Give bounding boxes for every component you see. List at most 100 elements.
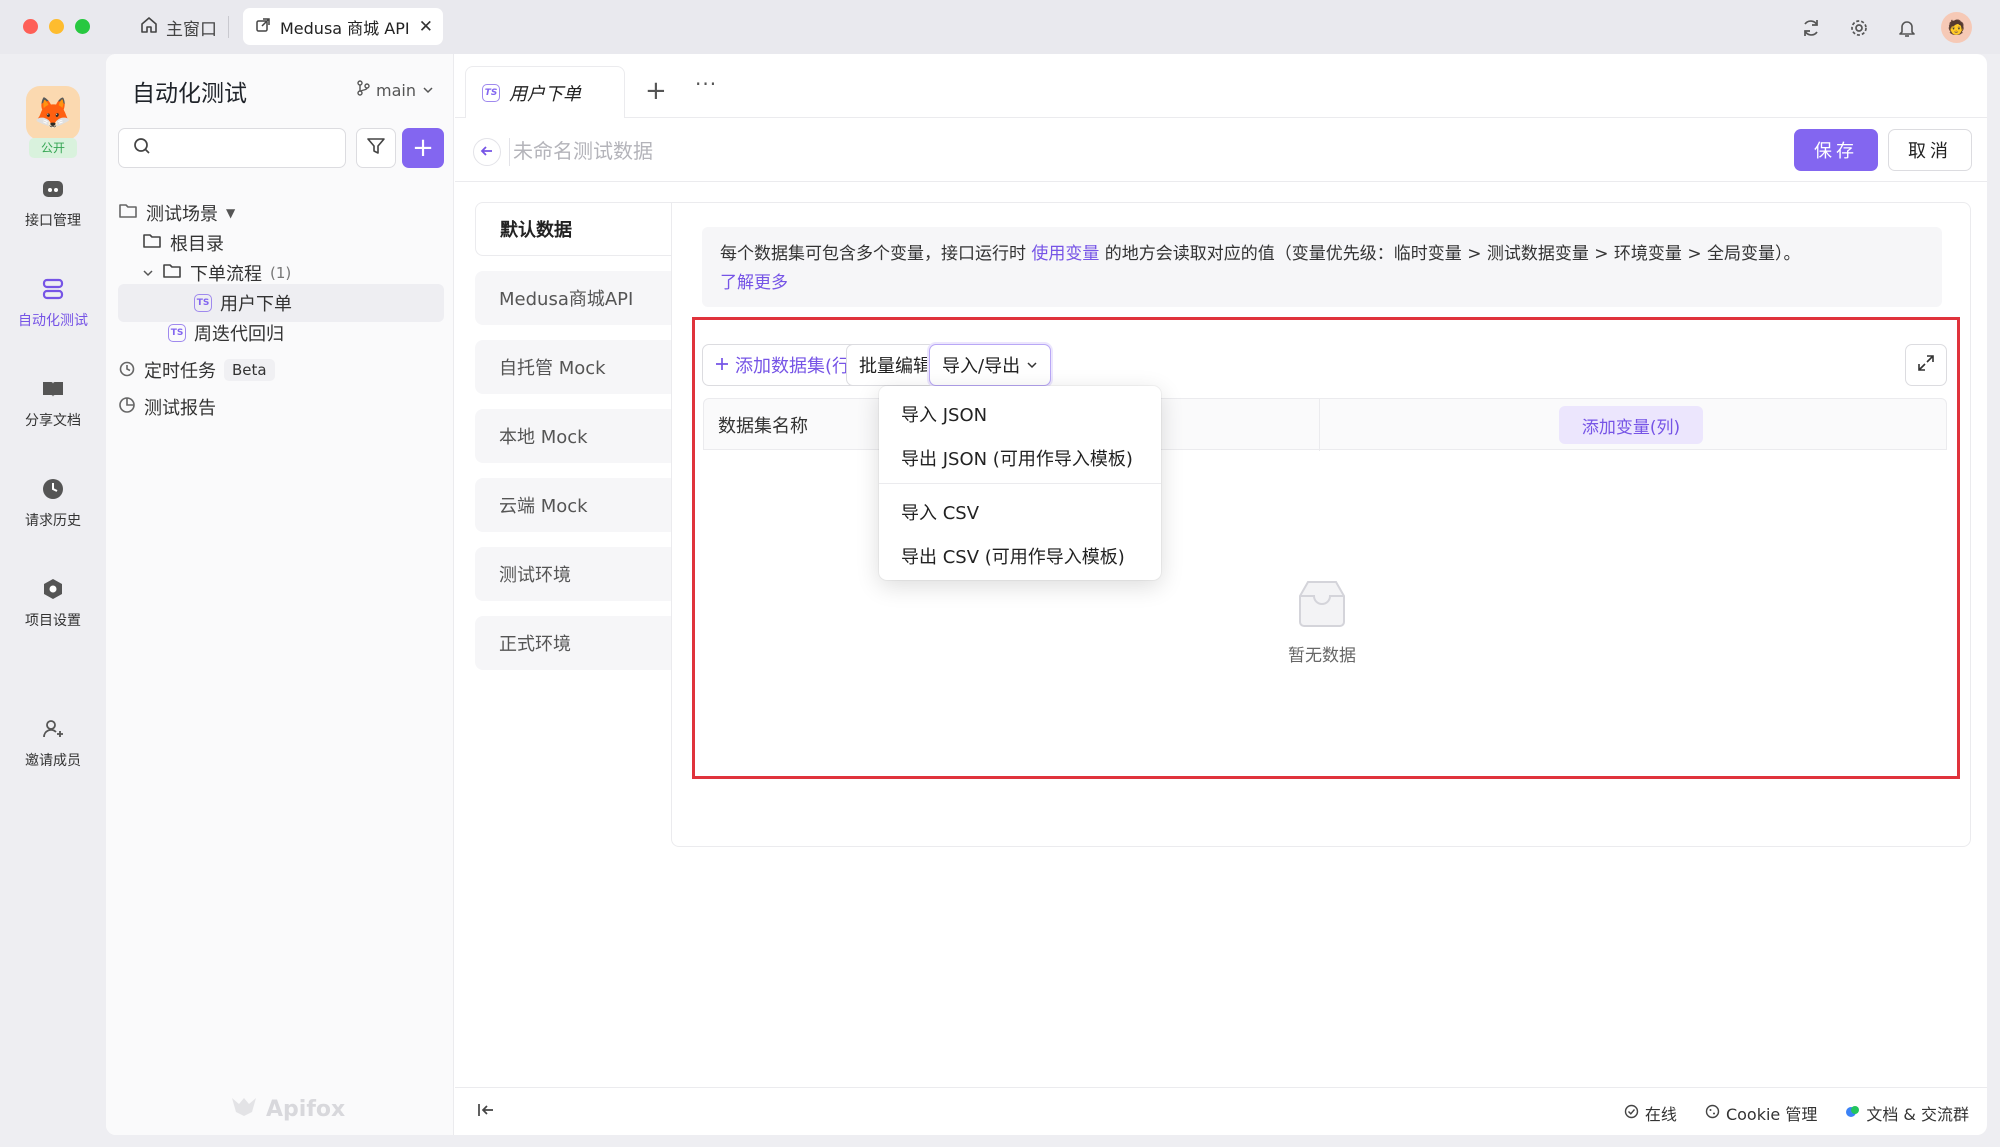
alarm-clock-icon <box>118 359 136 382</box>
plus-icon <box>715 355 729 376</box>
branch-icon <box>356 80 370 100</box>
add-user-icon <box>40 716 66 742</box>
cancel-button[interactable]: 取消 <box>1888 129 1972 171</box>
status-bar: 在线 Cookie 管理 文档 & 交流群 <box>455 1087 1987 1135</box>
expand-icon <box>1917 354 1935 377</box>
tab-home-label: 主窗口 <box>166 19 217 40</box>
title-bar: 主窗口 Medusa 商城 API ✕ 🧑 <box>0 0 2000 54</box>
back-button[interactable] <box>473 138 501 166</box>
beta-badge: Beta <box>224 359 275 381</box>
more-tabs-button[interactable]: ··· <box>695 72 717 96</box>
test-case-icon: TS <box>194 294 212 312</box>
filter-icon <box>366 136 386 161</box>
column-header-dataset-name: 数据集名称 <box>718 416 808 437</box>
project-logo[interactable]: 🦊 <box>26 86 80 140</box>
close-window-button[interactable] <box>23 19 38 34</box>
add-button[interactable]: + <box>402 128 444 168</box>
collapse-sidebar-icon[interactable] <box>477 1102 495 1123</box>
search-icon <box>133 137 151 160</box>
filter-button[interactable] <box>356 128 396 168</box>
bell-icon[interactable] <box>1893 14 1921 42</box>
environment-list: 默认数据 Medusa商城API 自托管 Mock 本地 Mock 云端 Moc… <box>475 202 671 685</box>
env-item-self-hosted-mock[interactable]: 自托管 Mock <box>475 340 671 394</box>
maximize-window-button[interactable] <box>75 19 90 34</box>
env-item-test-env[interactable]: 测试环境 <box>475 547 671 601</box>
env-item-medusa-api[interactable]: Medusa商城API <box>475 271 671 325</box>
rail-label-history: 请求历史 <box>25 513 81 529</box>
menu-item-import-json[interactable]: 导入 JSON <box>879 392 1161 436</box>
cookie-manager-button[interactable]: Cookie 管理 <box>1705 1101 1817 1125</box>
env-item-production-env[interactable]: 正式环境 <box>475 616 671 670</box>
test-data-name-input[interactable] <box>513 134 1313 168</box>
rail-item-automation[interactable]: 自动化测试 <box>0 276 106 330</box>
empty-label: 暂无数据 <box>1288 646 1356 666</box>
chat-bubble-icon <box>1845 1104 1860 1123</box>
cookie-label: Cookie 管理 <box>1725 1105 1818 1124</box>
minimize-window-button[interactable] <box>49 19 64 34</box>
menu-divider <box>879 483 1161 484</box>
rail-item-invite[interactable]: 邀请成员 <box>0 716 106 770</box>
add-variable-button[interactable]: 添加变量(列) <box>1559 406 1703 444</box>
tab-divider <box>228 16 229 38</box>
clock-icon <box>40 476 66 502</box>
tree-label-reports: 测试报告 <box>144 398 216 419</box>
tab-home[interactable]: 主窗口 <box>140 12 217 42</box>
online-status[interactable]: 在线 <box>1624 1101 1677 1125</box>
save-button[interactable]: 保存 <box>1794 129 1878 171</box>
user-avatar[interactable]: 🧑 <box>1941 12 1972 43</box>
gear-icon[interactable] <box>1845 14 1873 42</box>
check-circle-icon <box>1624 1104 1639 1123</box>
tab-project[interactable]: Medusa 商城 API ✕ <box>243 8 443 45</box>
rail-label-settings: 项目设置 <box>25 613 81 629</box>
fullscreen-button[interactable] <box>1905 344 1947 386</box>
dataset-panel: 每个数据集可包含多个变量，接口运行时 使用变量 的地方会读取对应的值（变量优先级… <box>671 202 1971 847</box>
tab-user-order[interactable]: TS 用户下单 <box>465 66 625 118</box>
book-icon <box>40 376 66 402</box>
folder-icon <box>162 262 182 285</box>
tree-label-order-flow: 下单流程 <box>190 264 262 285</box>
add-dataset-label: 添加数据集(行) <box>735 356 858 377</box>
external-link-icon <box>255 17 271 37</box>
tree-label-root: 根目录 <box>170 234 224 255</box>
test-case-icon: TS <box>168 324 186 342</box>
docs-label: 文档 & 交流群 <box>1866 1105 1969 1124</box>
rail-item-api-management[interactable]: 接口管理 <box>0 176 106 230</box>
learn-more-link[interactable]: 了解更多 <box>720 273 788 293</box>
apifox-logo-icon <box>230 1094 258 1124</box>
arrow-left-icon <box>480 143 494 162</box>
tree-label-scheduled: 定时任务 <box>144 361 216 382</box>
env-item-local-mock[interactable]: 本地 Mock <box>475 409 671 463</box>
chevron-down-icon[interactable] <box>142 263 154 284</box>
docs-community-button[interactable]: 文档 & 交流群 <box>1845 1101 1969 1125</box>
tree-item-test-reports[interactable]: 测试报告 <box>118 388 216 426</box>
rail-item-project-settings[interactable]: 项目设置 <box>0 576 106 630</box>
tree-item-iteration-regression[interactable]: TS 周迭代回归 <box>168 314 284 352</box>
branch-selector[interactable]: main <box>356 80 434 100</box>
menu-item-export-json[interactable]: 导出 JSON (可用作导入模板) <box>879 436 1161 480</box>
rail-label-automation: 自动化测试 <box>18 313 88 329</box>
empty-box-icon <box>1290 576 1354 635</box>
chevron-down-icon <box>422 81 434 100</box>
tree-item-scheduled-tasks[interactable]: 定时任务 Beta <box>118 351 275 389</box>
folder-scenario-icon <box>118 202 138 225</box>
apifox-watermark: Apifox <box>230 1094 345 1124</box>
tree-label-iteration-regression: 周迭代回归 <box>194 324 284 345</box>
menu-item-export-csv[interactable]: 导出 CSV (可用作导入模板) <box>879 534 1161 578</box>
rail-item-share-docs[interactable]: 分享文档 <box>0 376 106 430</box>
tree-label-user-order: 用户下单 <box>220 294 292 315</box>
info-text-2: 的地方会读取对应的值（变量优先级：临时变量 > 测试数据变量 > 环境变量 > … <box>1099 244 1801 264</box>
pie-chart-icon <box>118 396 136 419</box>
import-export-button[interactable]: 导入/导出 <box>929 344 1052 386</box>
content-tabs: TS 用户下单 + ··· <box>455 54 1987 118</box>
rail-item-history[interactable]: 请求历史 <box>0 476 106 530</box>
menu-item-import-csv[interactable]: 导入 CSV <box>879 490 1161 534</box>
close-tab-icon[interactable]: ✕ <box>419 17 433 37</box>
new-tab-button[interactable]: + <box>645 76 667 106</box>
refresh-icon[interactable] <box>1797 14 1825 42</box>
add-dataset-button[interactable]: 添加数据集(行) <box>702 344 871 386</box>
use-variables-link[interactable]: 使用变量 <box>1031 244 1099 264</box>
search-input[interactable] <box>118 128 346 168</box>
env-item-cloud-mock[interactable]: 云端 Mock <box>475 478 671 532</box>
api-icon <box>40 176 66 202</box>
env-item-default[interactable]: 默认数据 <box>475 202 671 256</box>
